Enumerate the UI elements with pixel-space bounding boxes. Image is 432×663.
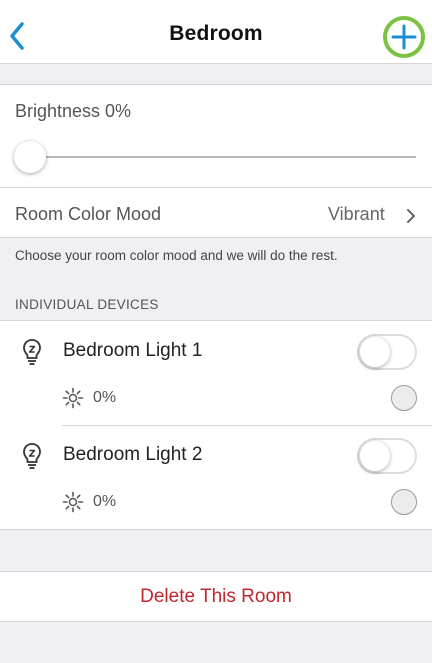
device-name-light-2: Bedroom Light 2: [63, 444, 203, 465]
divider: [0, 621, 432, 622]
divider: [0, 529, 432, 530]
device-brightness-light-1: 0%: [93, 389, 117, 406]
divider: [62, 425, 432, 426]
room-color-mood-value[interactable]: Vibrant: [328, 204, 385, 225]
brightness-label: Brightness 0%: [15, 101, 132, 121]
add-device-button[interactable]: [383, 16, 425, 58]
toggle-knob: [360, 337, 390, 367]
divider: [0, 237, 432, 238]
nav-bar: Bedroom: [0, 0, 432, 64]
brightness-slider-thumb[interactable]: [14, 141, 46, 173]
page-title: Bedroom: [169, 22, 263, 45]
divider: [0, 320, 432, 321]
chevron-right-icon[interactable]: [405, 207, 417, 225]
divider: [0, 84, 432, 85]
brightness-sun-icon: [62, 491, 84, 513]
brightness-slider-track[interactable]: [30, 156, 416, 158]
delete-room-button[interactable]: Delete This Room: [0, 586, 432, 608]
device-name-light-1: Bedroom Light 1: [63, 340, 203, 361]
lightbulb-icon: [22, 338, 42, 366]
devices-section-header: INDIVIDUAL DEVICES: [15, 297, 159, 312]
toggle-knob: [360, 441, 390, 471]
divider: [0, 63, 432, 64]
divider: [0, 571, 432, 572]
divider: [0, 187, 432, 188]
room-color-mood-label[interactable]: Room Color Mood: [15, 204, 161, 225]
device-power-toggle-light-1[interactable]: [357, 334, 417, 370]
lightbulb-icon: [22, 442, 42, 470]
brightness-sun-icon: [62, 387, 84, 409]
mood-help-text: Choose your room color mood and we will …: [15, 248, 338, 263]
device-brightness-light-2: 0%: [93, 493, 117, 510]
device-power-toggle-light-2[interactable]: [357, 438, 417, 474]
device-select-radio-light-2[interactable]: [391, 489, 417, 515]
device-select-radio-light-1[interactable]: [391, 385, 417, 411]
plus-icon: [391, 24, 417, 50]
